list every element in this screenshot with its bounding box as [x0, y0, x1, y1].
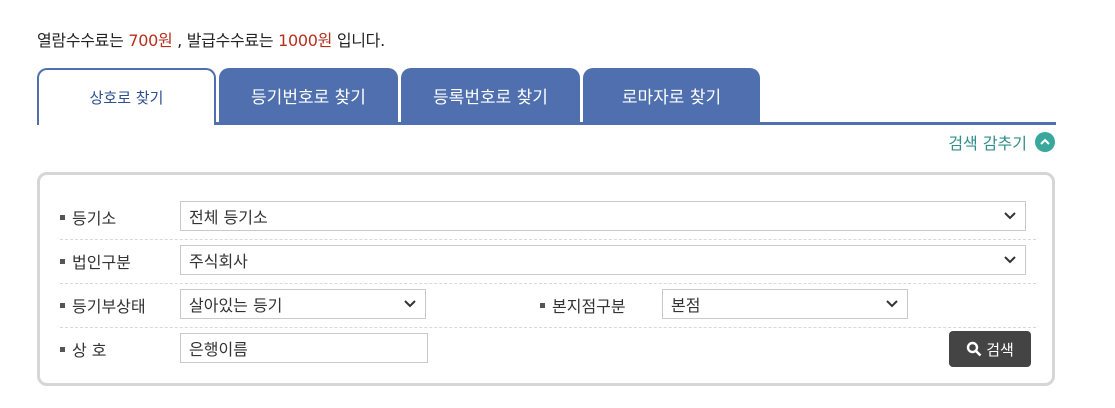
chevron-down-icon: [1004, 212, 1016, 220]
search-tabs: 상호로 찾기 등기번호로 찾기 등록번호로 찾기 로마자로 찾기: [37, 68, 1056, 125]
registry-office-select[interactable]: 전체 등기소: [180, 201, 1026, 231]
trade-name-input[interactable]: [180, 333, 428, 363]
reg-status-select[interactable]: 살아있는 등기: [180, 289, 426, 319]
corp-type-value: 주식회사: [189, 252, 248, 271]
chevron-up-circle-icon: [1035, 132, 1055, 152]
hide-search-toggle[interactable]: 검색 감추기: [948, 130, 1055, 154]
fee-middle: , 발급수수료는: [172, 31, 274, 50]
branch-type-select[interactable]: 본점: [662, 289, 908, 319]
hide-search-label: 검색 감추기: [948, 134, 1027, 153]
registry-office-value: 전체 등기소: [189, 208, 268, 227]
tab-registry-number[interactable]: 등기번호로 찾기: [219, 68, 398, 123]
corp-type-select[interactable]: 주식회사: [180, 245, 1026, 275]
form-row-registry-office: 등기소 전체 등기소: [60, 195, 1036, 240]
registry-office-label: 등기소: [60, 195, 116, 239]
corp-type-label: 법인구분: [60, 239, 131, 283]
bullet-icon: [540, 302, 545, 308]
tab-registration-number[interactable]: 등록번호로 찾기: [401, 68, 580, 123]
branch-type-label: 본지점구분: [540, 283, 626, 327]
bullet-icon: [60, 258, 65, 264]
search-button-label: 검색: [986, 340, 1014, 359]
fee-suffix: 입니다.: [336, 31, 385, 50]
search-panel: 등기소 전체 등기소 법인구분 주식회사 등기부상태 살아있는 등기 본지점구분…: [37, 172, 1055, 386]
reg-status-value: 살아있는 등기: [189, 296, 283, 315]
fee-notice: 열람수수료는 700원 , 발급수수료는 1000원 입니다.: [37, 27, 385, 51]
reg-status-label: 등기부상태: [60, 283, 146, 327]
form-row-status: 등기부상태 살아있는 등기 본지점구분 본점: [60, 283, 1036, 328]
chevron-down-icon: [404, 300, 416, 308]
bullet-icon: [60, 346, 65, 352]
issue-fee: 1000원: [278, 31, 333, 50]
fee-prefix: 열람수수료는: [37, 31, 124, 50]
branch-type-value: 본점: [671, 296, 701, 315]
chevron-down-icon: [886, 300, 898, 308]
tab-romanized[interactable]: 로마자로 찾기: [583, 68, 760, 123]
magnifier-icon: [966, 341, 982, 357]
form-row-trade-name: 상 호 검색: [60, 327, 1036, 371]
tab-trade-name[interactable]: 상호로 찾기: [37, 68, 216, 125]
bullet-icon: [60, 214, 65, 220]
search-button[interactable]: 검색: [949, 331, 1031, 367]
bullet-icon: [60, 302, 65, 308]
form-row-corp-type: 법인구분 주식회사: [60, 239, 1036, 284]
chevron-down-icon: [1004, 256, 1016, 264]
view-fee: 700원: [128, 31, 173, 50]
trade-name-label: 상 호: [60, 327, 107, 371]
